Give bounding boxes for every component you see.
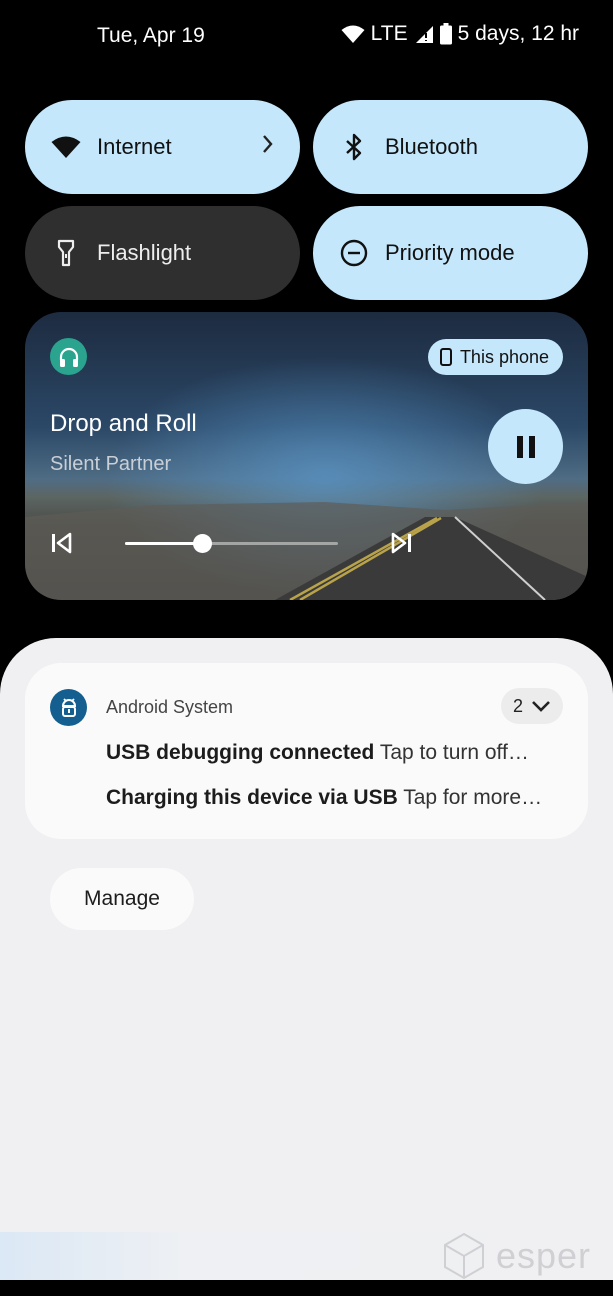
media-seekbar[interactable] [125, 534, 338, 553]
notification-item[interactable]: USB debugging connected Tap to turn off… [106, 741, 529, 765]
esper-logo-icon [443, 1232, 484, 1280]
phone-icon [439, 348, 452, 366]
tile-internet[interactable]: Internet [25, 100, 300, 194]
status-bar: Tue, Apr 19 LTE 5 days, 12 hr [0, 0, 613, 76]
tile-priority-mode[interactable]: Priority mode [313, 206, 588, 300]
pause-button[interactable] [488, 409, 563, 484]
status-icons: LTE 5 days, 12 hr [341, 22, 579, 46]
notification-app-name: Android System [106, 697, 234, 717]
tile-flashlight[interactable]: Flashlight [25, 206, 300, 300]
media-title: Drop and Roll [50, 410, 197, 437]
battery-icon [439, 23, 452, 45]
bottom-bar: esper [0, 1232, 613, 1280]
seekbar-thumb[interactable] [192, 534, 212, 553]
signal-icon [415, 26, 433, 43]
tile-priority-label: Priority mode [385, 240, 515, 265]
notification-item-text: Tap for more… [403, 786, 543, 809]
notification-shade: Android System 2 USB debugging connected… [0, 638, 613, 1280]
skip-next-icon [391, 532, 411, 554]
output-device-chip[interactable]: This phone [427, 339, 563, 375]
notification-item[interactable]: Charging this device via USB Tap for mor… [106, 786, 542, 810]
headphones-app-icon [50, 338, 87, 375]
tile-flashlight-label: Flashlight [97, 240, 192, 265]
manage-button[interactable]: Manage [50, 868, 194, 930]
pause-icon [516, 435, 535, 458]
flashlight-icon [51, 238, 81, 268]
media-artist: Silent Partner [50, 453, 172, 475]
media-player-card[interactable]: This phone Drop and Roll Silent Partner [25, 312, 588, 600]
notification-card[interactable]: Android System 2 USB debugging connected… [25, 663, 588, 839]
battery-text: 5 days, 12 hr [457, 22, 579, 45]
nav-bar [0, 1280, 613, 1296]
tile-bluetooth-label: Bluetooth [385, 134, 478, 159]
do-not-disturb-icon [339, 238, 369, 268]
wifi-icon [51, 132, 81, 162]
skip-previous-icon [52, 532, 72, 554]
chevron-right-icon [263, 135, 273, 153]
status-date: Tue, Apr 19 [97, 24, 205, 47]
tile-bluetooth[interactable]: Bluetooth [313, 100, 588, 194]
wifi-status-icon [341, 25, 365, 43]
previous-track-button[interactable] [49, 530, 75, 556]
tile-internet-label: Internet [97, 134, 172, 159]
notification-item-title: USB debugging connected [106, 741, 375, 764]
esper-watermark-text: esper [495, 1235, 591, 1276]
esper-watermark: esper [442, 1232, 591, 1280]
expand-notifications-button[interactable]: 2 [500, 688, 563, 724]
notification-count: 2 [512, 695, 523, 716]
output-device-label: This phone [459, 346, 549, 367]
chevron-down-icon [532, 701, 550, 712]
network-type: LTE [370, 22, 408, 45]
notification-item-title: Charging this device via USB [106, 786, 398, 809]
bluetooth-icon [339, 132, 369, 162]
android-system-icon [50, 689, 87, 726]
next-track-button[interactable] [388, 530, 414, 556]
notification-item-text: Tap to turn off… [379, 741, 529, 764]
seekbar-progress [125, 542, 202, 545]
